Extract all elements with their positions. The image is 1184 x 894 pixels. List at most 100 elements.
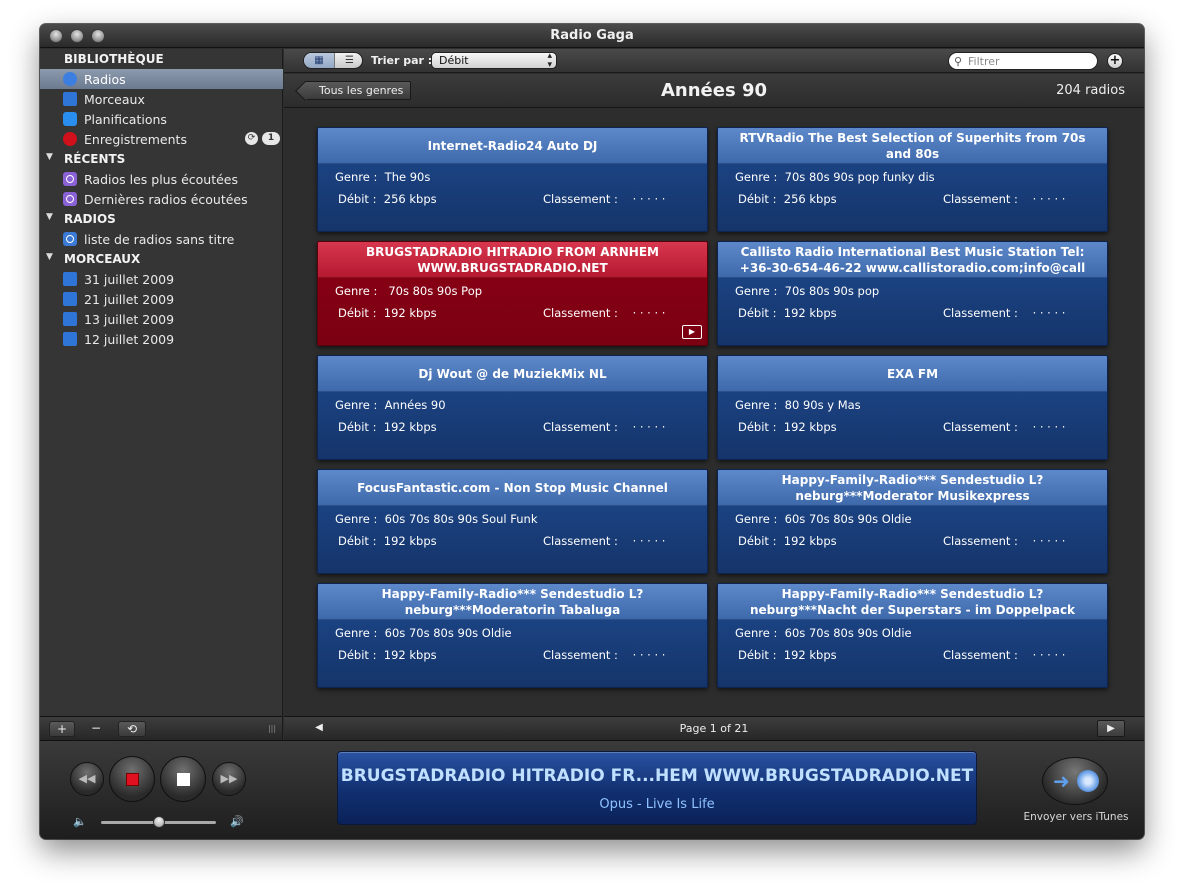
- sidebar-item-track-2009-07-13[interactable]: 13 juillet 2009: [40, 309, 283, 329]
- add-radio-button[interactable]: +: [1107, 53, 1123, 69]
- radio-card[interactable]: Happy-Family-Radio*** Sendestudio L?nebu…: [317, 583, 708, 688]
- radio-card[interactable]: Callisto Radio International Best Music …: [717, 241, 1108, 346]
- radio-list-icon: [63, 232, 77, 246]
- radio-card-bitrate: Débit : 192 kbps: [338, 420, 437, 434]
- stop-button[interactable]: [160, 756, 206, 802]
- record-button[interactable]: [109, 756, 155, 802]
- volume-high-icon: 🔊: [230, 815, 244, 828]
- radio-card-title: Happy-Family-Radio*** Sendestudio L?nebu…: [718, 584, 1107, 620]
- add-button[interactable]: +: [49, 721, 75, 737]
- sidebar-section-morceaux[interactable]: ▼ MORCEAUX: [40, 249, 283, 269]
- radio-card-genre: Genre : Années 90: [335, 398, 446, 412]
- sort-label: Trier par :: [371, 54, 433, 67]
- calendar-check-icon: [63, 112, 77, 126]
- sync-icon[interactable]: ⟳: [245, 132, 258, 145]
- now-playing-station: BRUGSTADRADIO HITRADIO FR...HEM WWW.BRUG…: [340, 766, 974, 786]
- sidebar-item-morceaux[interactable]: Morceaux: [40, 89, 283, 109]
- radio-card-title: EXA FM: [718, 356, 1107, 392]
- radio-card-title: Happy-Family-Radio*** Sendestudio L?nebu…: [718, 470, 1107, 506]
- radio-card-title: Dj Wout @ de MuziekMix NL: [318, 356, 707, 392]
- search-input[interactable]: [968, 54, 1093, 68]
- player-bar: ◀◀ ▶▶ 🔈 🔊 BRUGSTADRADIO HITRADIO FR...HE…: [40, 740, 1144, 839]
- play-icon[interactable]: ▶: [682, 325, 702, 339]
- radio-card-title: Internet-Radio24 Auto DJ: [318, 128, 707, 164]
- radio-card-rating[interactable]: Classement : · · · · ·: [943, 306, 1065, 320]
- radio-card[interactable]: Internet-Radio24 Auto DJ Genre : The 90s…: [317, 127, 708, 232]
- radio-card-genre: Genre : 70s 80s 90s Pop: [335, 284, 483, 298]
- sidebar-bottom-bar: + − ⟲ |||: [40, 716, 283, 740]
- list-view-icon[interactable]: ☰: [334, 53, 362, 68]
- radio-card-rating[interactable]: Classement : · · · · ·: [543, 420, 665, 434]
- sidebar-section-radios[interactable]: ▼ RADIOS: [40, 209, 283, 229]
- radio-card[interactable]: Happy-Family-Radio*** Sendestudio L?nebu…: [717, 583, 1108, 688]
- sidebar-item-track-2009-07-31[interactable]: 31 juillet 2009: [40, 269, 283, 289]
- sidebar-item-most-played[interactable]: Radios les plus écoutées: [40, 169, 283, 189]
- sidebar-item-recently-played[interactable]: Dernières radios écoutées: [40, 189, 283, 209]
- app-window: Radio Gaga BIBLIOTHÈQUE Radios Morceaux …: [40, 24, 1144, 839]
- sidebar-item-track-2009-07-21[interactable]: 21 juillet 2009: [40, 289, 283, 309]
- radio-card-genre: Genre : 80 90s y Mas: [735, 398, 861, 412]
- sidebar-item-untitled-radio-list[interactable]: liste de radios sans titre: [40, 229, 283, 249]
- radio-card-rating[interactable]: Classement : · · · · ·: [543, 306, 665, 320]
- sidebar-item-planifications[interactable]: Planifications: [40, 109, 283, 129]
- volume-low-icon: 🔈: [73, 815, 87, 828]
- disclosure-triangle-icon[interactable]: ▼: [46, 252, 53, 262]
- radio-card-title: BRUGSTADRADIO HITRADIO FROM ARNHEM WWW.B…: [318, 242, 707, 278]
- radio-card-bitrate: Débit : 192 kbps: [338, 534, 437, 548]
- radio-card-rating[interactable]: Classement : · · · · ·: [943, 534, 1065, 548]
- radio-card-title: Callisto Radio International Best Music …: [718, 242, 1107, 278]
- track-file-icon: [63, 292, 77, 306]
- radio-card-rating[interactable]: Classement : · · · · ·: [543, 648, 665, 662]
- radio-card-rating[interactable]: Classement : · · · · ·: [943, 648, 1065, 662]
- radio-card-bitrate: Débit : 256 kbps: [338, 192, 437, 206]
- radio-card-title: FocusFantastic.com - Non Stop Music Chan…: [318, 470, 707, 506]
- radio-card-genre: Genre : 70s 80s 90s pop funky dis: [735, 170, 935, 184]
- send-to-itunes-label: Envoyer vers iTunes: [1023, 811, 1129, 823]
- radio-card-bitrate: Débit : 192 kbps: [338, 648, 437, 662]
- radio-card-title: RTVRadio The Best Selection of Superhits…: [718, 128, 1107, 164]
- search-field: ⚲: [948, 52, 1098, 70]
- sidebar: BIBLIOTHÈQUE Radios Morceaux Planificati…: [40, 49, 283, 716]
- genre-title: Années 90: [660, 80, 767, 101]
- record-icon: [63, 132, 77, 146]
- sidebar-item-track-2009-07-12[interactable]: 12 juillet 2009: [40, 329, 283, 349]
- radio-card-playing[interactable]: BRUGSTADRADIO HITRADIO FROM ARNHEM WWW.B…: [317, 241, 708, 346]
- now-playing-track: Opus - Live Is Life: [599, 797, 715, 812]
- grid-view-icon[interactable]: ▦: [304, 53, 334, 68]
- disclosure-triangle-icon[interactable]: ▼: [46, 152, 53, 162]
- radio-card-genre: Genre : 60s 70s 80s 90s Oldie: [735, 626, 912, 640]
- repeat-icon[interactable]: ⟲: [118, 721, 146, 737]
- track-file-icon: [63, 332, 77, 346]
- radio-card-rating[interactable]: Classement : · · · · ·: [943, 192, 1065, 206]
- sidebar-section-recents[interactable]: ▼ RÉCENTS: [40, 149, 283, 169]
- disclosure-triangle-icon[interactable]: ▼: [46, 212, 53, 222]
- title-bar: Radio Gaga: [40, 24, 1144, 48]
- radio-card-bitrate: Débit : 192 kbps: [738, 420, 837, 434]
- resize-handle-icon[interactable]: |||: [266, 721, 278, 737]
- sidebar-item-enregistrements[interactable]: Enregistrements ⟳ 1: [40, 129, 283, 149]
- select-arrows-icon: ▴ ▾: [547, 51, 552, 70]
- radio-card-bitrate: Débit : 192 kbps: [338, 306, 437, 320]
- radio-card-rating[interactable]: Classement : · · · · ·: [943, 420, 1065, 434]
- recordings-count-badge: 1: [262, 132, 280, 145]
- radio-card[interactable]: FocusFantastic.com - Non Stop Music Chan…: [317, 469, 708, 574]
- radio-card-rating[interactable]: Classement : · · · · ·: [543, 534, 665, 548]
- rewind-button[interactable]: ◀◀: [70, 762, 104, 796]
- sidebar-item-radios[interactable]: Radios: [40, 69, 283, 89]
- volume-slider-knob[interactable]: [152, 816, 165, 828]
- next-page-button[interactable]: ▶: [1097, 720, 1125, 737]
- radio-card-rating[interactable]: Classement : · · · · ·: [543, 192, 665, 206]
- now-playing-display: BRUGSTADRADIO HITRADIO FR...HEM WWW.BRUG…: [337, 751, 977, 825]
- forward-button[interactable]: ▶▶: [212, 762, 246, 796]
- send-to-itunes-button[interactable]: ➜: [1042, 757, 1108, 805]
- radio-card[interactable]: Dj Wout @ de MuziekMix NL Genre : Années…: [317, 355, 708, 460]
- sort-select-value: Débit: [439, 54, 469, 67]
- sort-select[interactable]: Débit ▴ ▾: [431, 51, 557, 70]
- radio-card[interactable]: RTVRadio The Best Selection of Superhits…: [717, 127, 1108, 232]
- toolbar: ▦ ☰ Trier par : Débit ▴▾ ⚲ +: [284, 49, 1144, 73]
- remove-button[interactable]: −: [83, 721, 109, 737]
- radio-card-bitrate: Débit : 192 kbps: [738, 306, 837, 320]
- search-icon: ⚲: [954, 55, 963, 68]
- radio-card[interactable]: EXA FM Genre : 80 90s y Mas Débit : 192 …: [717, 355, 1108, 460]
- radio-card[interactable]: Happy-Family-Radio*** Sendestudio L?nebu…: [717, 469, 1108, 574]
